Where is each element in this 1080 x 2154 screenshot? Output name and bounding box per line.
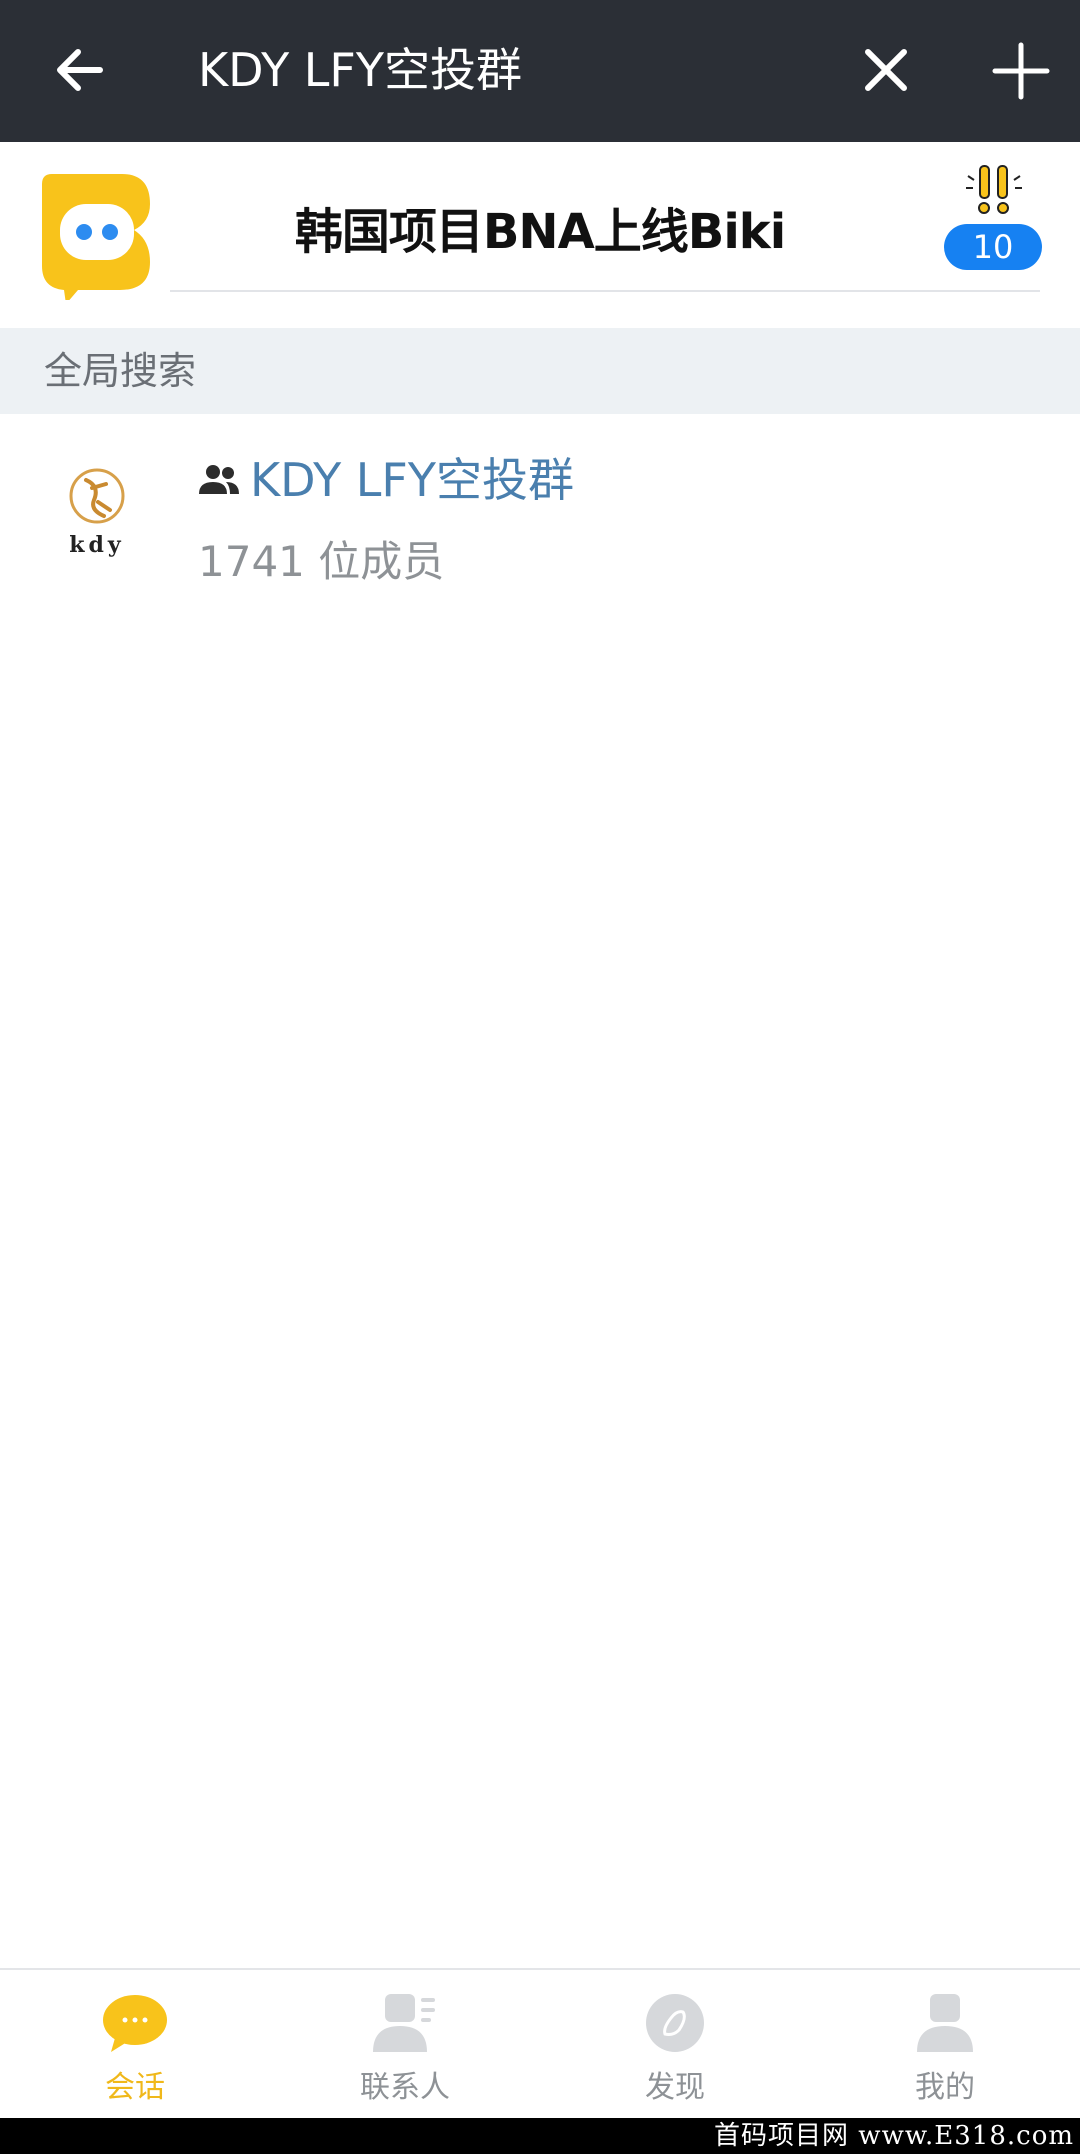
nav-label: 联系人 xyxy=(360,2070,450,2105)
avatar-text: kdy xyxy=(69,532,124,558)
arrow-left-icon xyxy=(57,49,103,91)
search-input[interactable]: KDY LFY空投群 xyxy=(198,30,818,110)
back-button[interactable] xyxy=(44,34,116,106)
contacts-icon xyxy=(373,1994,435,2052)
nav-item-contacts[interactable]: 联系人 xyxy=(270,1970,540,2118)
add-button[interactable] xyxy=(976,26,1066,116)
section-header: 全局搜索 xyxy=(0,328,1080,414)
unread-badge: 10 xyxy=(944,224,1042,270)
biki-logo-icon xyxy=(42,174,150,300)
nav-label: 会话 xyxy=(105,2070,165,2105)
result-member-count: 1741 位成员 xyxy=(198,537,445,586)
group-avatar: kdy xyxy=(69,468,125,558)
alert-exclamation-icon xyxy=(966,165,1022,214)
profile-icon xyxy=(917,1994,973,2052)
bottom-nav: 会话 联系人 发现 我的 xyxy=(0,1968,1080,2118)
clear-search-button[interactable] xyxy=(846,30,926,110)
close-icon xyxy=(865,49,907,91)
nav-item-chats[interactable]: 会话 xyxy=(0,1970,270,2118)
result-name: KDY LFY空投群 xyxy=(250,453,574,507)
pinned-chat-row[interactable]: 韩国项目BNA上线Biki 10 xyxy=(0,142,1080,328)
chat-bubble-icon xyxy=(103,1995,167,2052)
nav-label: 发现 xyxy=(645,2070,705,2105)
pinned-chat-title: 韩国项目BNA上线Biki xyxy=(294,204,786,260)
nav-item-me[interactable]: 我的 xyxy=(810,1970,1080,2118)
nav-item-discover[interactable]: 发现 xyxy=(540,1970,810,2118)
plus-icon xyxy=(992,42,1050,100)
top-bar: KDY LFY空投群 xyxy=(0,0,1080,142)
watermark-text: 首码项目网 www.E318.com xyxy=(714,2121,1074,2151)
group-people-icon xyxy=(199,465,239,494)
search-result-item[interactable]: kdy KDY LFY空投群 1741 位成员 xyxy=(0,414,1080,594)
compass-icon xyxy=(646,1994,704,2052)
watermark-strip: 首码项目网 www.E318.com xyxy=(0,2118,1080,2154)
nav-label: 我的 xyxy=(915,2070,975,2105)
section-label: 全局搜索 xyxy=(44,349,197,393)
divider xyxy=(170,290,1040,292)
